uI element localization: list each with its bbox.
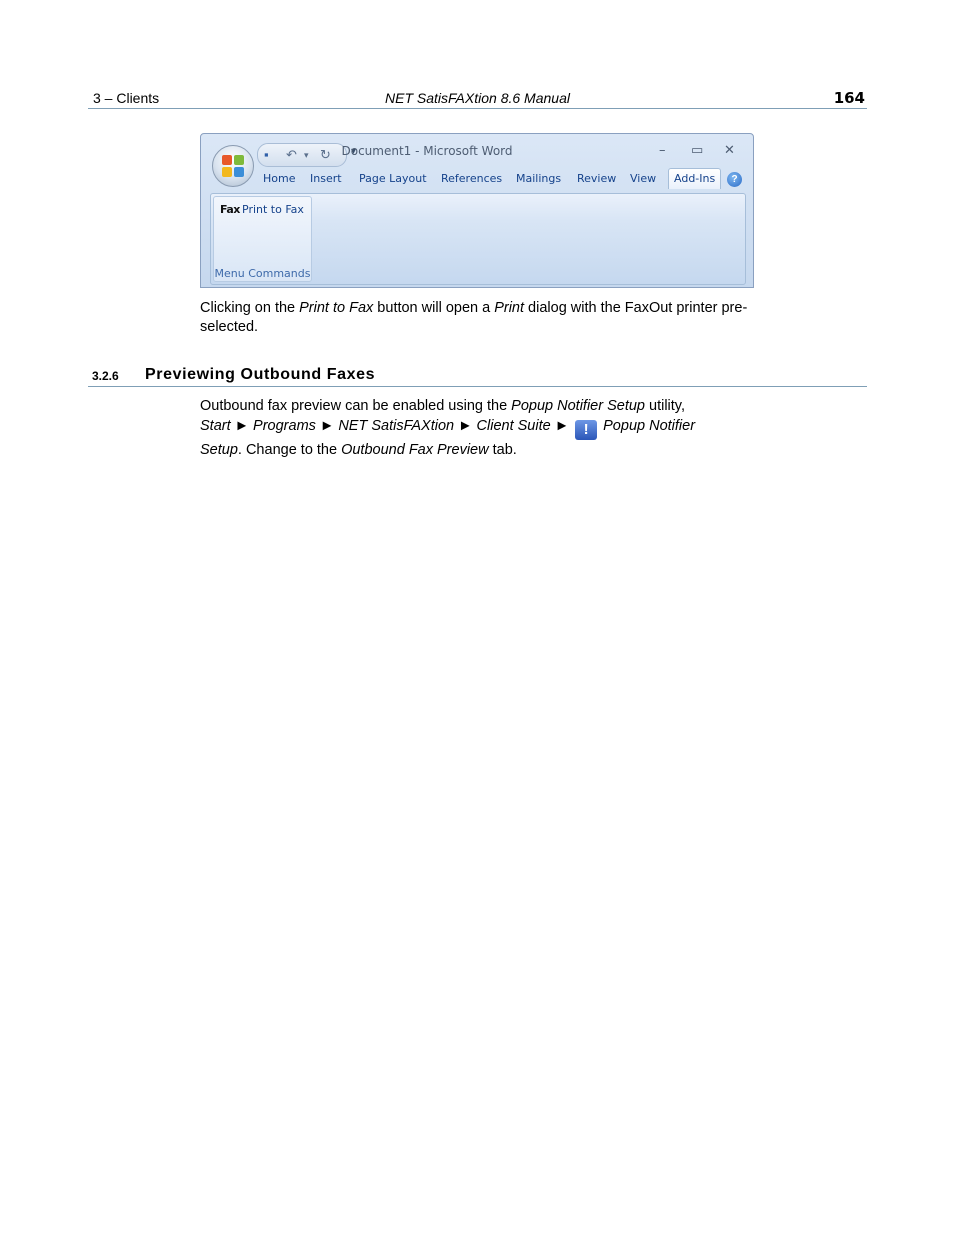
- text-run: Clicking on the: [200, 300, 300, 316]
- text-run: tab.: [488, 442, 517, 458]
- tab-references[interactable]: References: [441, 172, 502, 185]
- tab-view[interactable]: View: [630, 172, 656, 185]
- maximize-icon[interactable]: ▭: [691, 143, 703, 158]
- path-arrow: ►: [454, 418, 477, 434]
- office-logo-icon: [222, 155, 244, 177]
- term-print: Print: [494, 300, 525, 316]
- menu-path-programs: Programs: [253, 418, 316, 434]
- path-arrow: ►: [315, 418, 339, 434]
- help-icon[interactable]: ?: [727, 172, 742, 187]
- page-header: 3 – Clients NET SatisFAXtion 8.6 Manual …: [88, 88, 867, 109]
- page-number: 164: [833, 89, 865, 107]
- tab-add-ins[interactable]: Add-Ins: [668, 168, 722, 189]
- text-run: Outbound fax preview can be enabled usin…: [200, 398, 512, 414]
- tab-review[interactable]: Review: [577, 172, 616, 185]
- menu-path-start: Start: [200, 418, 231, 434]
- term-popup-notifier-setup: Popup Notifier Setup: [511, 398, 645, 414]
- menu-path-client-suite: Client Suite: [476, 418, 551, 434]
- print-to-fax-button[interactable]: Print to Fax: [242, 203, 304, 216]
- path-arrow: ►: [230, 418, 254, 434]
- text-run: utility,: [644, 398, 686, 414]
- fax-icon: Fax: [220, 203, 240, 216]
- word-window-screenshot: ▪ ↶ ▾ ↻ ▾ Document1 - Microsoft Word – ▭…: [200, 133, 754, 288]
- tab-page-layout[interactable]: Page Layout: [359, 172, 427, 185]
- text-run: . Change to the: [237, 442, 342, 458]
- tab-home[interactable]: Home: [263, 172, 295, 185]
- tab-insert[interactable]: Insert: [310, 172, 342, 185]
- path-arrow: ►: [550, 418, 574, 434]
- window-title: Document1 - Microsoft Word: [341, 144, 513, 158]
- menu-commands-group: Fax Print to Fax Menu Commands: [213, 196, 312, 282]
- manual-title: NET SatisFAXtion 8.6 Manual: [385, 90, 570, 106]
- paragraph-preview-instructions: Outbound fax preview can be enabled usin…: [200, 396, 740, 460]
- paragraph-print-to-fax: Clicking on the Print to Fax button will…: [200, 299, 760, 337]
- ribbon-panel: Fax Print to Fax Menu Commands: [210, 193, 746, 285]
- section-number: 3.2.6: [92, 369, 119, 383]
- section-title: Previewing Outbound Faxes: [145, 366, 376, 383]
- group-label: Menu Commands: [214, 267, 311, 280]
- term-outbound-fax-preview: Outbound Fax Preview: [341, 442, 489, 458]
- text-run: button will open a: [373, 300, 495, 316]
- menu-path-net-satisfaxtion: NET SatisFAXtion: [338, 418, 455, 434]
- popup-notifier-icon: !: [575, 420, 598, 440]
- term-print-to-fax: Print to Fax: [299, 300, 374, 316]
- section-heading: 3.2.6 Previewing Outbound Faxes: [88, 366, 867, 387]
- minimize-icon[interactable]: –: [659, 143, 666, 158]
- tab-mailings[interactable]: Mailings: [516, 172, 561, 185]
- close-icon[interactable]: ✕: [724, 143, 735, 158]
